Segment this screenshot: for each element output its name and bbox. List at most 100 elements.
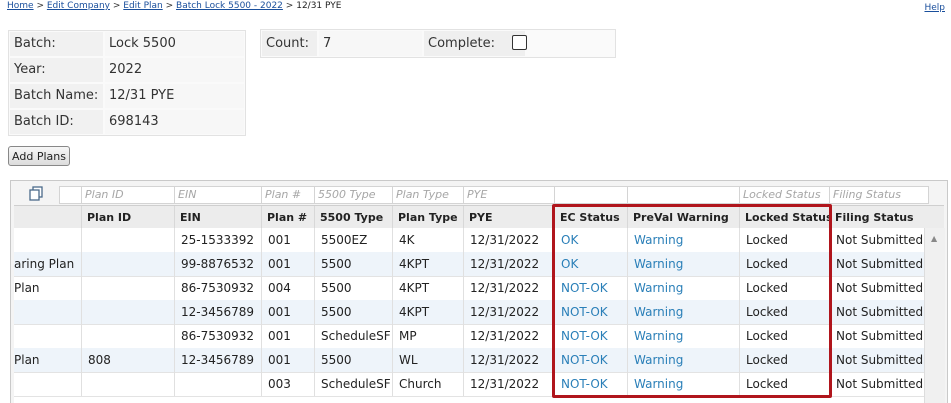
cell-plan-type: 4KPT	[392, 252, 463, 276]
table-row[interactable]: aring Plan 99-8876532 001 5500 4KPT 12/3…	[14, 252, 924, 277]
cell-ein: 12-3456789	[174, 348, 261, 372]
cell-plan-type: 4K	[392, 228, 463, 252]
breadcrumb-home-link[interactable]: Home	[7, 1, 34, 11]
preval-warning-link[interactable]: Warning	[627, 348, 739, 372]
filter-preval-warning[interactable]	[627, 186, 740, 204]
summary-panel: Count: 7 Complete:	[260, 29, 616, 58]
year-value: 2022	[109, 62, 143, 77]
cell-ein: 12-3456789	[174, 300, 261, 324]
filter-plan-id[interactable]: Plan ID	[81, 186, 175, 204]
cell-ein: 25-1533392	[174, 228, 261, 252]
filter-plan-number[interactable]: Plan #	[261, 186, 315, 204]
table-row[interactable]: Plan 808 12-3456789 001 5500 WL 12/31/20…	[14, 348, 924, 373]
cell-plan-number: 001	[261, 228, 314, 252]
vertical-scrollbar[interactable]: ▲	[924, 228, 945, 403]
batch-label: Batch:	[14, 36, 56, 51]
breadcrumb-batch-lock-link[interactable]: Batch Lock 5500 - 2022	[176, 1, 283, 11]
cell-locked-status: Locked	[739, 324, 829, 348]
filter-ec-status[interactable]	[554, 186, 628, 204]
batch-name-label-cell: Batch Name:	[10, 84, 103, 108]
preval-warning-link[interactable]: Warning	[627, 300, 739, 324]
year-label-cell: Year:	[10, 58, 103, 82]
cell-pye: 12/31/2022	[463, 228, 554, 252]
filter-5500-type-placeholder: 5500 Type	[318, 188, 376, 201]
table-row[interactable]: 003 ScheduleSF Church 12/31/2022 NOT-OK …	[14, 372, 924, 397]
column-header-plan-type[interactable]: Plan Type	[392, 206, 463, 228]
column-header-ein[interactable]: EIN	[174, 206, 261, 228]
preval-warning-link[interactable]: Warning	[627, 252, 739, 276]
preval-warning-link[interactable]: Warning	[627, 324, 739, 348]
preval-warning-link[interactable]: Warning	[627, 276, 739, 300]
column-header-ec-status[interactable]: EC Status	[554, 206, 627, 228]
breadcrumb-separator: >	[165, 1, 174, 11]
column-header-locked-status-label: Locked Status	[745, 211, 833, 224]
batch-name-value: 12/31 PYE	[109, 88, 175, 103]
batch-id-label: Batch ID:	[14, 114, 74, 129]
column-header-pye[interactable]: PYE	[463, 206, 554, 228]
filter-plan-id-placeholder: Plan ID	[85, 188, 124, 201]
ec-status-link[interactable]: NOT-OK	[554, 276, 627, 300]
column-header-plan-number-label: Plan #	[267, 211, 308, 224]
cell-locked-status: Locked	[739, 300, 829, 324]
complete-checkbox[interactable]	[512, 35, 527, 50]
ec-status-link[interactable]: NOT-OK	[554, 300, 627, 324]
table-row[interactable]: 86-7530932 001 ScheduleSF MP 12/31/2022 …	[14, 324, 924, 349]
filter-locked-status[interactable]: Locked Status	[739, 186, 830, 204]
column-header-plan-id-label: Plan ID	[87, 211, 132, 224]
column-header-plan-number[interactable]: Plan #	[261, 206, 314, 228]
grid-header: Plan ID EIN Plan # 5500 Type Plan Type P…	[14, 205, 944, 229]
filter-name[interactable]	[59, 186, 82, 204]
breadcrumb-separator: >	[285, 1, 294, 11]
column-header-filing-status[interactable]: Filing Status	[829, 206, 928, 228]
cell-name: Plan	[14, 281, 40, 295]
filter-locked-status-placeholder: Locked Status	[743, 188, 821, 201]
add-plans-button[interactable]: Add Plans	[8, 146, 70, 166]
cell-5500-type: 5500	[314, 276, 392, 300]
column-header-preval-warning[interactable]: PreVal Warning	[627, 206, 739, 228]
cell-plan-number: 001	[261, 324, 314, 348]
batch-id-value-cell: 698143	[105, 110, 244, 134]
filter-plan-type[interactable]: Plan Type	[392, 186, 464, 204]
ec-status-link[interactable]: NOT-OK	[554, 372, 627, 396]
scroll-up-icon[interactable]: ▲	[931, 234, 937, 243]
column-header-5500-type[interactable]: 5500 Type	[314, 206, 392, 228]
cell-plan-number: 001	[261, 300, 314, 324]
table-row[interactable]: 12-3456789 001 5500 4KPT 12/31/2022 NOT-…	[14, 300, 924, 325]
ec-status-link[interactable]: NOT-OK	[554, 348, 627, 372]
batch-name-label: Batch Name:	[14, 88, 99, 103]
cell-5500-type: 5500	[314, 348, 392, 372]
breadcrumb-edit-company-link[interactable]: Edit Company	[47, 1, 110, 11]
column-header-5500-type-label: 5500 Type	[320, 211, 384, 224]
filter-filing-status[interactable]: Filing Status	[829, 186, 929, 204]
preval-warning-link[interactable]: Warning	[627, 372, 739, 396]
breadcrumb-edit-plan-link[interactable]: Edit Plan	[123, 1, 162, 11]
cell-ein: 86-7530932	[174, 324, 261, 348]
filter-filing-status-placeholder: Filing Status	[833, 188, 901, 201]
cell-name	[14, 372, 80, 396]
cell-plan-type: 4KPT	[392, 300, 463, 324]
cell-plan-id	[81, 300, 174, 324]
complete-label-cell: Complete:	[424, 31, 525, 56]
filter-pye[interactable]: PYE	[463, 186, 555, 204]
preval-warning-link[interactable]: Warning	[627, 228, 739, 252]
column-header-ec-status-label: EC Status	[560, 211, 620, 224]
grid-body: 25-1533392 001 5500EZ 4K 12/31/2022 OK W…	[14, 228, 924, 403]
table-row[interactable]: Plan 86-7530932 004 5500 4KPT 12/31/2022…	[14, 276, 924, 301]
ec-status-link[interactable]: NOT-OK	[554, 324, 627, 348]
column-header-name[interactable]	[14, 206, 80, 228]
column-header-pye-label: PYE	[469, 211, 493, 224]
filter-ein-placeholder: EIN	[178, 188, 197, 201]
table-row[interactable]: 25-1533392 001 5500EZ 4K 12/31/2022 OK W…	[14, 228, 924, 253]
cell-name	[14, 300, 80, 324]
ec-status-link[interactable]: OK	[554, 252, 627, 276]
filter-ein[interactable]: EIN	[174, 186, 262, 204]
cell-filing-status: Not Submitted	[829, 348, 924, 372]
cell-pye: 12/31/2022	[463, 300, 554, 324]
column-header-locked-status[interactable]: Locked Status	[739, 206, 833, 228]
help-link[interactable]: Help	[924, 3, 945, 13]
ec-status-link[interactable]: OK	[554, 228, 627, 252]
filter-5500-type[interactable]: 5500 Type	[314, 186, 393, 204]
copy-icon[interactable]	[27, 185, 45, 203]
cell-name	[14, 228, 80, 252]
column-header-plan-id[interactable]: Plan ID	[81, 206, 174, 228]
